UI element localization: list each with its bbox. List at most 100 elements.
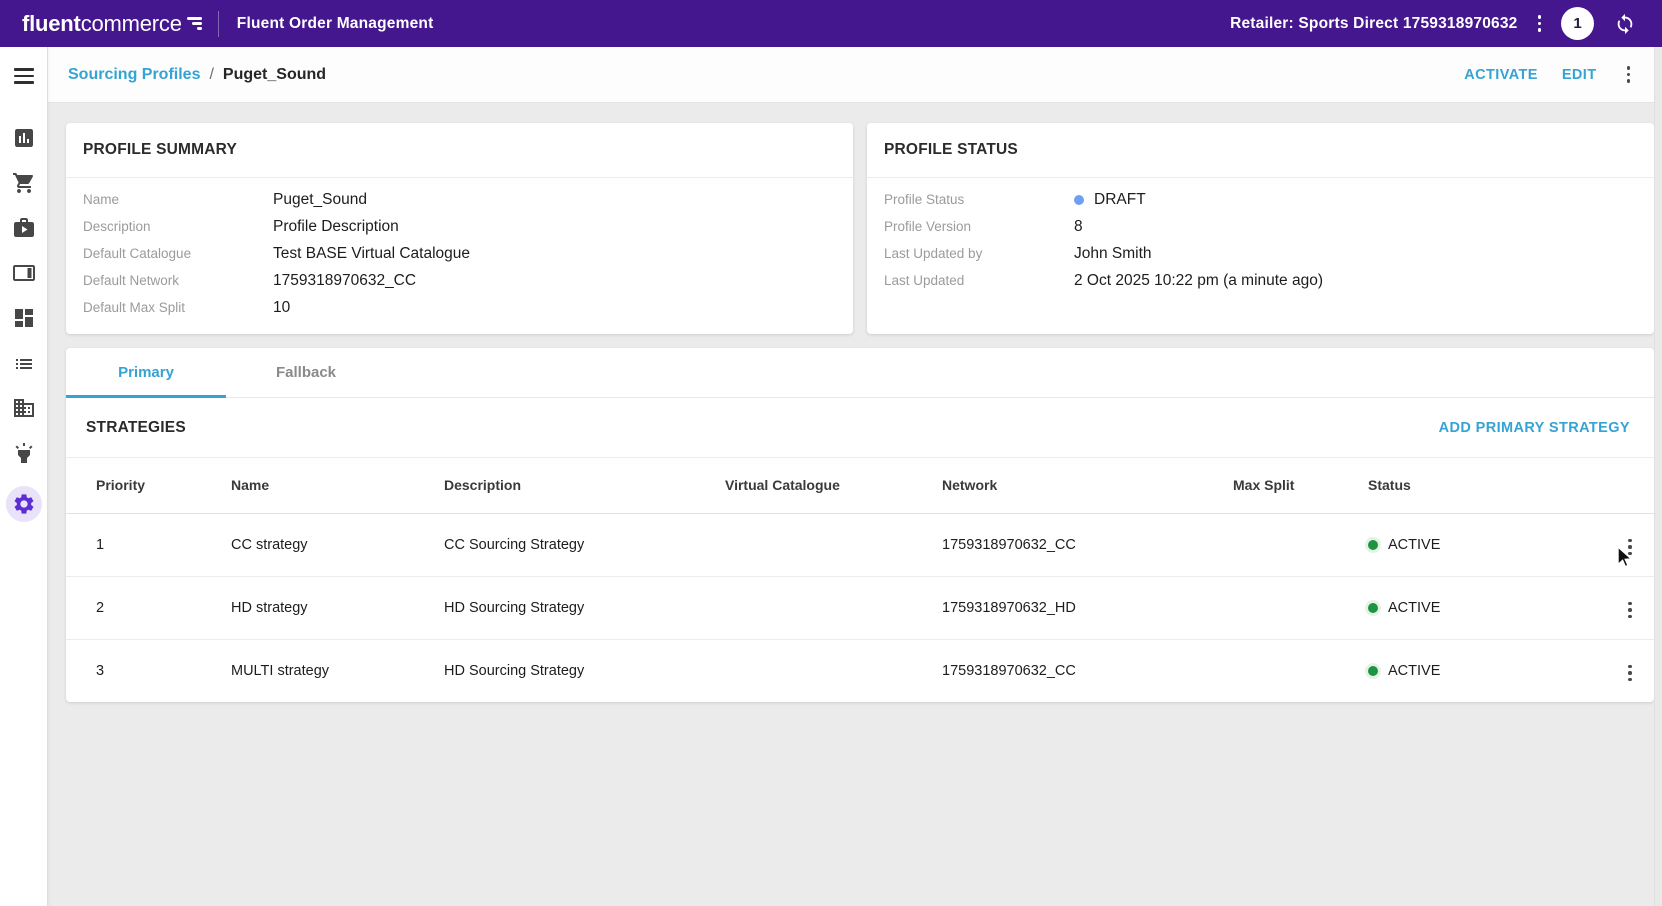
profile-status-value: DRAFT <box>1074 191 1146 209</box>
active-status-dot <box>1368 603 1378 613</box>
cell-priority: 1 <box>66 513 231 576</box>
locations-building-icon <box>12 396 36 420</box>
cell-network: 1759318970632_CC <box>942 639 1233 702</box>
cell-name: HD strategy <box>231 576 444 639</box>
row-kebab-menu[interactable] <box>1622 661 1638 686</box>
sidebar-item-dashboard[interactable] <box>12 306 36 330</box>
field-label: Default Max Split <box>83 300 273 315</box>
cell-status: ACTIVE <box>1368 576 1606 639</box>
field-value: Puget_Sound <box>273 191 367 209</box>
add-primary-strategy-button[interactable]: ADD PRIMARY STRATEGY <box>1439 420 1630 436</box>
cell-name: MULTI strategy <box>231 639 444 702</box>
strategies-title: STRATEGIES <box>86 419 186 437</box>
active-status-dot <box>1368 666 1378 676</box>
menu-toggle-button[interactable] <box>12 66 36 86</box>
cards-row: PROFILE SUMMARY Name Puget_Sound Descrip… <box>66 123 1654 334</box>
cell-priority: 3 <box>66 639 231 702</box>
column-header-priority: Priority <box>66 458 231 513</box>
status-text: ACTIVE <box>1388 600 1440 616</box>
kebab-icon <box>1628 602 1632 619</box>
breadcrumb: Sourcing Profiles / Puget_Sound <box>68 66 326 84</box>
settings-gear-icon <box>12 492 36 516</box>
row-kebab-menu[interactable] <box>1622 598 1638 623</box>
field-row: Last Updated 2 Oct 2025 10:22 pm (a minu… <box>884 267 1637 294</box>
field-label: Last Updated <box>884 273 1074 288</box>
field-label: Default Network <box>83 273 273 288</box>
field-label: Last Updated by <box>884 246 1074 261</box>
sidebar-item-settings[interactable] <box>6 486 42 522</box>
tab-bar: Primary Fallback <box>66 348 1654 398</box>
topbar: fluentcommerce Fluent Order Management R… <box>0 0 1662 47</box>
main-area: Sourcing Profiles / Puget_Sound ACTIVATE… <box>48 47 1662 906</box>
cell-max-split <box>1233 513 1368 576</box>
row-kebab-menu[interactable] <box>1622 535 1638 560</box>
sidebar-item-locations[interactable] <box>12 396 36 420</box>
tab-fallback[interactable]: Fallback <box>226 348 386 397</box>
field-value: Test BASE Virtual Catalogue <box>273 245 470 263</box>
field-label: Default Catalogue <box>83 246 273 261</box>
sidebar-icons <box>6 126 42 522</box>
list-icon <box>12 351 36 375</box>
cell-max-split <box>1233 576 1368 639</box>
torch-icon <box>12 441 36 465</box>
logo-text: fluentcommerce <box>22 11 182 37</box>
breadcrumb-separator: / <box>209 66 213 84</box>
logo-text-bold: fluent <box>22 11 81 36</box>
page-scrollbar[interactable] <box>1654 47 1662 906</box>
status-text: DRAFT <box>1094 191 1146 209</box>
page-content: PROFILE SUMMARY Name Puget_Sound Descrip… <box>48 103 1662 702</box>
page-kebab-menu[interactable] <box>1621 62 1637 87</box>
field-value: Profile Description <box>273 218 399 236</box>
column-header-name: Name <box>231 458 444 513</box>
field-row: Profile Version 8 <box>884 213 1637 240</box>
field-label: Profile Version <box>884 219 1074 234</box>
field-value: 8 <box>1074 218 1083 236</box>
status-text: ACTIVE <box>1388 537 1440 553</box>
field-value: 1759318970632_CC <box>273 272 416 290</box>
orders-cart-icon <box>12 171 36 195</box>
column-header-virtual-catalogue: Virtual Catalogue <box>725 458 942 513</box>
breadcrumb-bar: Sourcing Profiles / Puget_Sound ACTIVATE… <box>48 47 1662 103</box>
sidebar-item-lists[interactable] <box>12 351 36 375</box>
cell-status: ACTIVE <box>1368 513 1606 576</box>
topbar-kebab-menu[interactable] <box>1538 15 1542 32</box>
field-value: John Smith <box>1074 245 1152 263</box>
sidebar-item-payments[interactable] <box>12 261 36 285</box>
cell-description: CC Sourcing Strategy <box>444 513 725 576</box>
sidebar-item-orders[interactable] <box>12 171 36 195</box>
sidebar-item-analytics[interactable] <box>12 126 36 150</box>
tab-primary[interactable]: Primary <box>66 348 226 397</box>
field-row: Name Puget_Sound <box>83 186 836 213</box>
dashboard-icon <box>12 306 36 330</box>
refresh-button[interactable] <box>1614 13 1636 35</box>
card-panel-icon <box>12 261 36 285</box>
sidebar-item-insights[interactable] <box>12 441 36 465</box>
kebab-icon <box>1628 539 1632 556</box>
kebab-icon <box>1627 66 1631 83</box>
field-row: Default Catalogue Test BASE Virtual Cata… <box>83 240 836 267</box>
strategies-table: Priority Name Description Virtual Catalo… <box>66 458 1654 702</box>
table-header-row: Priority Name Description Virtual Catalo… <box>66 458 1654 513</box>
table-row: 1 CC strategy CC Sourcing Strategy 17593… <box>66 513 1654 576</box>
topbar-divider <box>218 11 219 37</box>
field-value: 2 Oct 2025 10:22 pm (a minute ago) <box>1074 272 1323 290</box>
profile-summary-body: Name Puget_Sound Description Profile Des… <box>66 178 853 321</box>
sidebar-item-fulfilment[interactable] <box>12 216 36 240</box>
fluentcommerce-logo[interactable]: fluentcommerce <box>22 11 202 37</box>
column-header-network: Network <box>942 458 1233 513</box>
breadcrumb-parent-link[interactable]: Sourcing Profiles <box>68 66 200 84</box>
activate-button[interactable]: ACTIVATE <box>1464 67 1538 83</box>
column-header-description: Description <box>444 458 725 513</box>
profile-status-title: PROFILE STATUS <box>884 141 1018 159</box>
field-row: Default Max Split 10 <box>83 294 836 321</box>
field-row: Profile Status DRAFT <box>884 186 1637 213</box>
app-title: Fluent Order Management <box>237 15 434 33</box>
breadcrumb-current: Puget_Sound <box>223 66 326 84</box>
analytics-icon <box>12 126 36 150</box>
field-value: 10 <box>273 299 290 317</box>
draft-status-dot <box>1074 195 1084 205</box>
table-row: 3 MULTI strategy HD Sourcing Strategy 17… <box>66 639 1654 702</box>
notification-badge[interactable]: 1 <box>1561 7 1594 40</box>
topbar-right: Retailer: Sports Direct 1759318970632 1 <box>1230 7 1662 40</box>
edit-button[interactable]: EDIT <box>1562 67 1597 83</box>
